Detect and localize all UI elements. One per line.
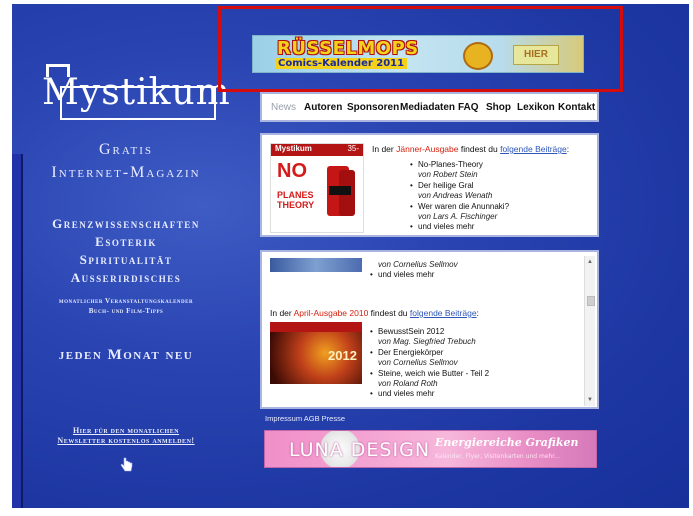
list-item-author: von Cornelius Sellmov	[378, 260, 458, 269]
jan-middle: findest du	[458, 144, 501, 154]
nav-lexikon[interactable]: Lexikon	[517, 102, 555, 113]
luna-design-banner[interactable]: LUNA DESIGN Energiereiche Grafiken Kalen…	[264, 430, 597, 468]
list-item[interactable]: Steine, weich wie Butter - Teil 2	[370, 369, 489, 380]
april-article-list: BewusstSein 2012 von Mag. Siegfried Treb…	[370, 327, 489, 400]
mystikum-logo[interactable]: Mystikum	[36, 64, 231, 120]
sidebar-topic-grenzwissenschaften: Grenzwissenschaften	[52, 216, 200, 231]
scroll-down-arrow-icon[interactable]: ▼	[585, 396, 595, 404]
sidebar-gratis: Gratis	[98, 141, 154, 158]
newsletter-signup-link-line2[interactable]: Newsletter kostenlos anmelden!	[12, 436, 240, 445]
luna-brand: LUNA DESIGN	[289, 439, 431, 461]
previous-items-tail: von Cornelius Sellmov und vieles mehr	[370, 260, 458, 281]
sidebar-jeden-monat-neu: jeden Monat neu	[58, 347, 194, 363]
list-item-author: von Roland Roth	[378, 379, 438, 389]
logo-text: Mystikum	[42, 72, 231, 113]
list-item[interactable]: No-Planes-Theory	[410, 160, 509, 171]
list-item-author: von Mag. Siegfried Trebuch	[378, 337, 476, 347]
nav-sponsoren[interactable]: Sponsoren	[347, 102, 399, 113]
highlight-frame	[218, 6, 623, 92]
apr-beitraege-link[interactable]: folgende Beiträge	[410, 308, 477, 318]
cover-masthead-text: Mystikum	[275, 144, 312, 153]
list-item-author: von Robert Stein	[418, 170, 478, 180]
list-item[interactable]: BewusstSein 2012	[370, 327, 489, 338]
april-cover-image[interactable]: 2012	[270, 322, 362, 384]
list-item[interactable]: Der Energiekörper	[370, 348, 489, 359]
list-item-author: von Lars A. Fischinger	[418, 212, 498, 222]
nav-news[interactable]: News	[271, 102, 296, 113]
scroll-up-arrow-icon[interactable]: ▲	[585, 258, 595, 266]
cover-planes-theory: PLANES THEORY	[277, 190, 314, 210]
cover-year: 2012	[328, 348, 357, 363]
list-item: und vieles mehr	[410, 222, 509, 233]
january-cover-image[interactable]: Mystikum 35- NO PLANES THEORY	[270, 143, 364, 233]
jan-beitraege-link[interactable]: folgende Beiträge	[500, 144, 567, 154]
sidebar-calendar-line1: monatlicher Veranstaltungskalender	[58, 297, 194, 305]
nav-shop[interactable]: Shop	[486, 102, 511, 113]
jan-month: Jänner-Ausgabe	[396, 144, 459, 154]
nav-faq[interactable]: FAQ	[458, 102, 479, 113]
cover-masthead: Mystikum 35-	[271, 144, 363, 156]
issue-january-panel: Mystikum 35- NO PLANES THEORY In der Jän…	[260, 133, 599, 237]
list-item[interactable]: Wer waren die Anunnaki?	[410, 202, 509, 213]
cover-no: NO	[277, 160, 307, 182]
timer-icon	[329, 186, 351, 195]
sidebar-calendar-line2: Buch- und Film-Tipps	[88, 307, 164, 315]
cover-planes: PLANES	[277, 190, 314, 200]
cover-theory: THEORY	[277, 200, 315, 210]
list-item-author: von Andreas Wenath	[418, 191, 493, 201]
jan-suffix: :	[566, 144, 570, 154]
list-item: und vieles mehr	[370, 270, 458, 281]
sidebar: Mystikum Gratis Internet-Magazin Grenzwi…	[12, 4, 240, 508]
nav-mediadaten[interactable]: Mediadaten	[400, 102, 455, 113]
footer-links[interactable]: Impressum AGB Presse	[265, 414, 345, 423]
jan-prefix: In der	[372, 144, 397, 154]
luna-subline: Kalender, Flyer, Visitenkarten und mehr.…	[435, 453, 560, 460]
list-item: und vieles mehr	[370, 389, 489, 400]
nav-kontakt[interactable]: Kontakt	[558, 102, 595, 113]
cover-price: 35-	[347, 144, 359, 153]
apr-middle: findest du	[368, 308, 410, 318]
apr-suffix: :	[476, 308, 479, 318]
newsletter-signup-link[interactable]: Hier für den monatlichen	[12, 426, 240, 435]
sidebar-topic-ausserirdisches: Ausserirdisches	[70, 270, 182, 285]
nav-autoren[interactable]: Autoren	[304, 102, 342, 113]
sidebar-internet-magazin: Internet-Magazin	[51, 164, 201, 181]
cover-masthead	[270, 322, 362, 332]
list-item-author: von Cornelius Sellmov	[378, 358, 458, 368]
sidebar-topic-spiritualitaet: Spiritualität	[79, 252, 173, 267]
luna-tagline: Energiereiche Grafiken	[435, 436, 579, 449]
issue-april-panel: von Cornelius Sellmov und vieles mehr In…	[260, 250, 599, 409]
pointing-hand-icon[interactable]	[118, 456, 136, 474]
apr-month: April-Ausgabe 2010	[293, 308, 369, 318]
january-article-list: No-Planes-Theory von Robert Stein Der he…	[410, 160, 509, 233]
main-nav: News Autoren Sponsoren Mediadaten FAQ Sh…	[260, 92, 599, 122]
january-heading: In der Jänner-Ausgabe findest du folgend…	[372, 144, 569, 154]
scroll-thumb[interactable]	[587, 296, 595, 306]
apr-prefix: In der	[270, 308, 294, 318]
previous-cover-strip[interactable]	[270, 258, 362, 272]
list-item[interactable]: Der heilige Gral	[410, 181, 509, 192]
april-heading: In der April-Ausgabe 2010 findest du fol…	[270, 308, 479, 318]
page-background: Mystikum Gratis Internet-Magazin Grenzwi…	[12, 4, 689, 508]
sidebar-topic-esoterik: Esoterik	[95, 234, 157, 249]
panel-scrollbar[interactable]: ▲ ▼	[584, 256, 595, 406]
